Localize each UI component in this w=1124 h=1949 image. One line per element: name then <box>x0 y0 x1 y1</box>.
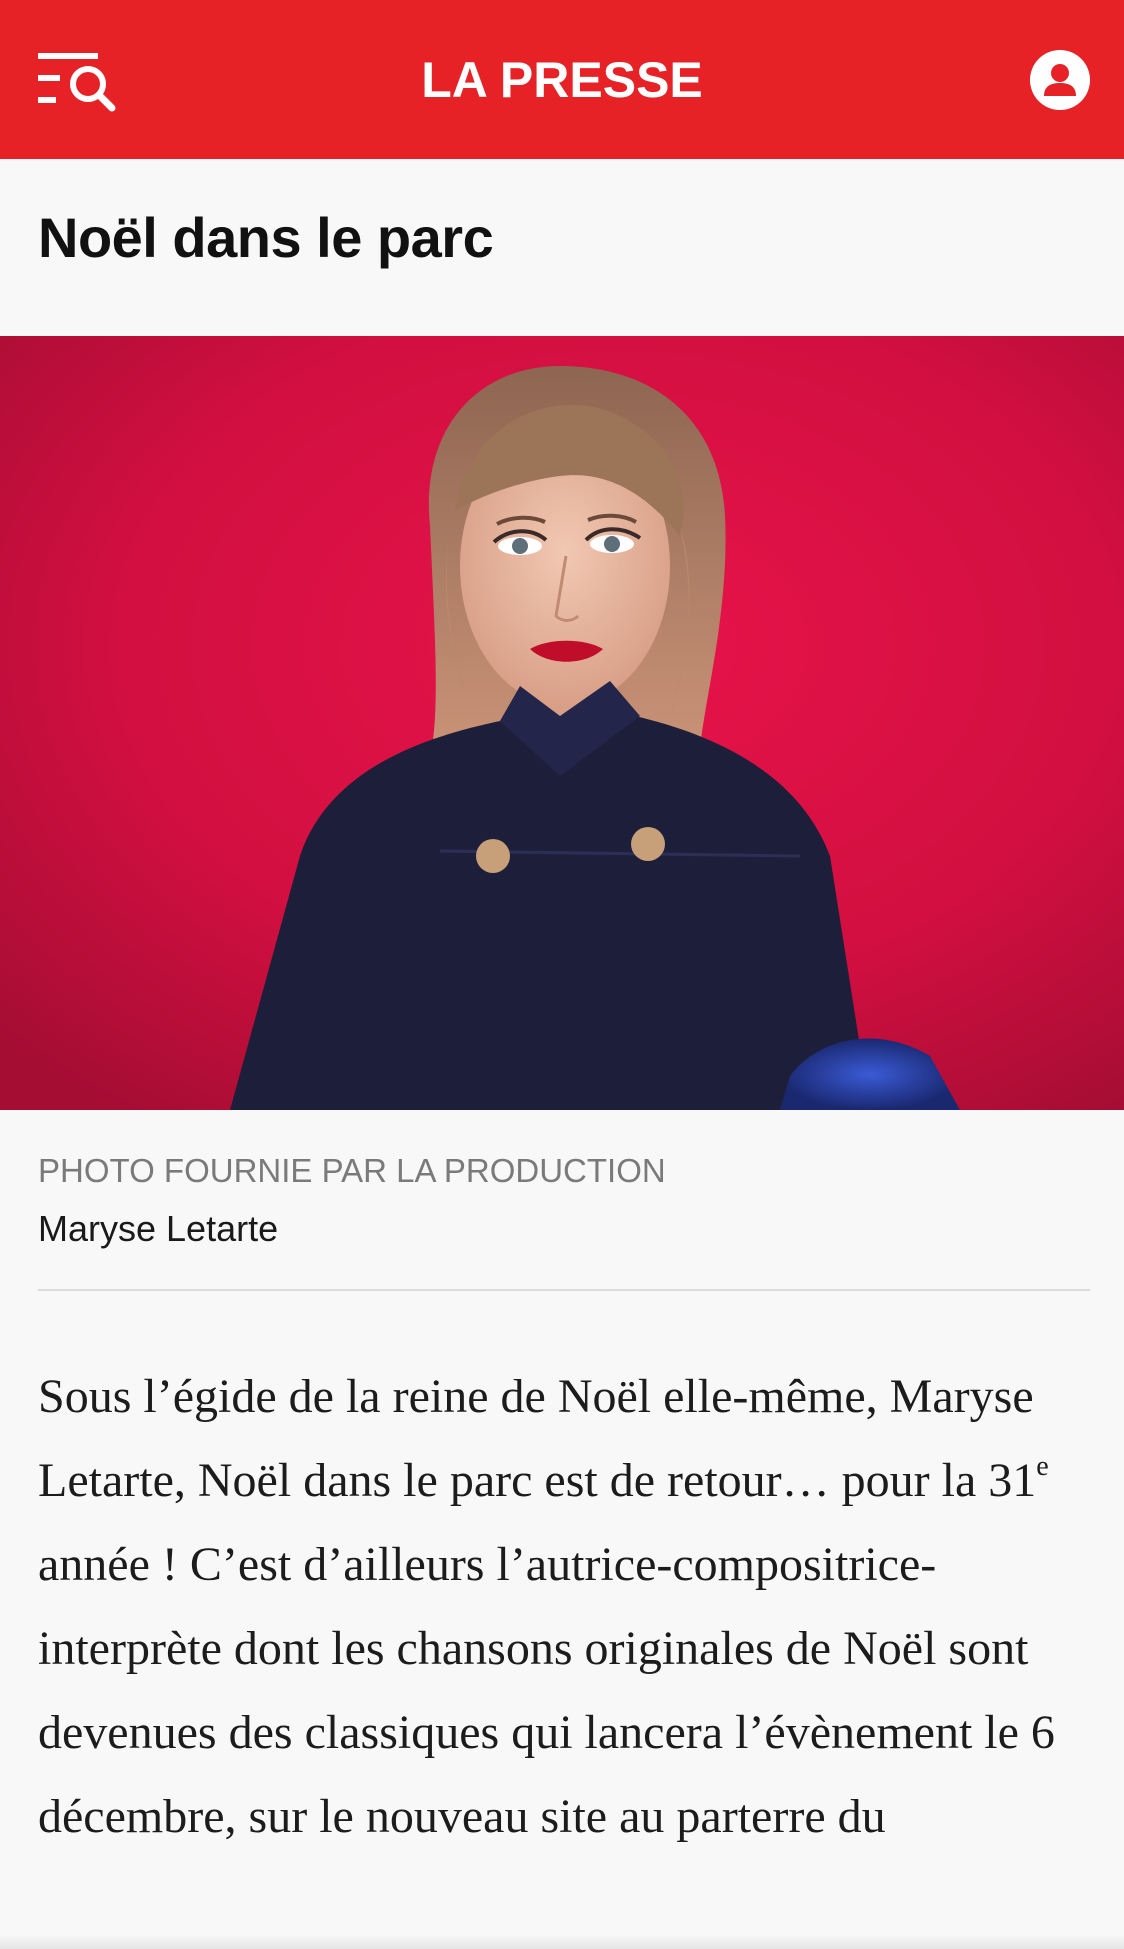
article-text-part-1: Sous l’égide de la reine de Noël elle-mê… <box>38 1370 1037 1507</box>
ordinal-superscript: e <box>1036 1451 1049 1482</box>
photo-credit: PHOTO FOURNIE PAR LA PRODUCTION <box>38 1152 666 1189</box>
title-section: Noël dans le parc <box>0 159 1124 336</box>
article-text-part-2: année ! C’est d’ailleurs l’autrice-compo… <box>38 1538 1055 1843</box>
photo-caption-text: Maryse Letarte <box>38 1208 279 1249</box>
brand-logo[interactable]: LA PRESSE <box>421 51 703 109</box>
article-body: Sous l’égide de la reine de Noël elle-mê… <box>38 1355 1098 1859</box>
menu-search-icon[interactable] <box>38 47 120 113</box>
article-paragraph: Sous l’égide de la reine de Noël elle-mê… <box>38 1355 1098 1859</box>
user-account-icon[interactable] <box>1029 49 1091 111</box>
top-bar: LA PRESSE <box>0 0 1124 159</box>
page-title: Noël dans le parc <box>38 206 494 269</box>
caption-divider <box>38 1289 1090 1291</box>
photo-caption: PHOTO FOURNIE PAR LA PRODUCTION Maryse L… <box>38 1110 1090 1250</box>
article-page: LA PRESSE Noël dans le parc PHOTO FOURNI… <box>0 0 1124 1949</box>
hero-photo <box>0 336 1124 1110</box>
bottom-shade <box>0 1935 1124 1949</box>
